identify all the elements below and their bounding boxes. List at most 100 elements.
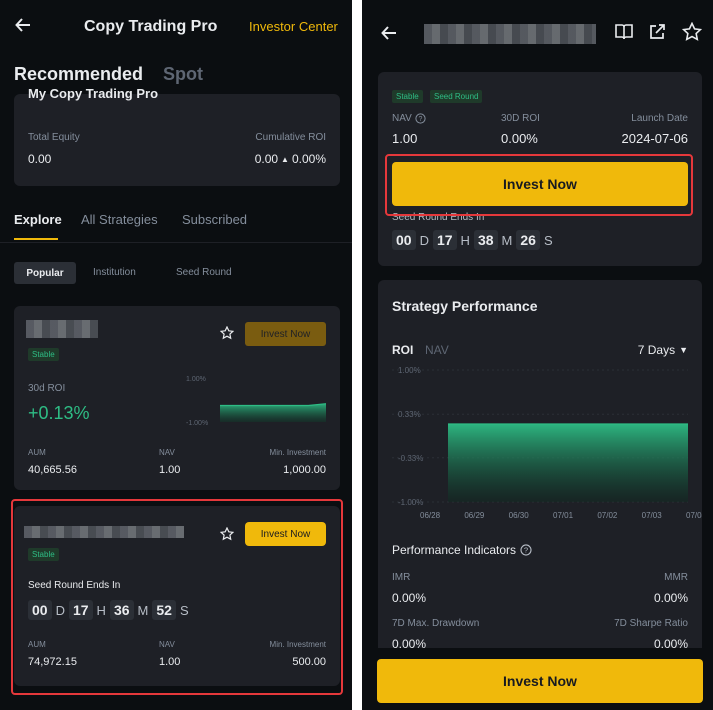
x-tick-label: 07/02 [597, 511, 618, 520]
performance-title: Strategy Performance [392, 298, 538, 314]
share-button[interactable] [648, 23, 666, 41]
min-investment-value: 1,000.00 [283, 464, 326, 476]
svg-text:?: ? [524, 546, 528, 555]
y-tick-label: 1.00% [398, 366, 421, 375]
mini-roi-chart [220, 403, 326, 422]
aum-label: AUM [28, 448, 46, 457]
invest-now-bottom-button[interactable]: Invest Now [377, 659, 703, 703]
tab-nav[interactable]: NAV [425, 343, 449, 357]
highlight-box [385, 154, 693, 216]
highlight-box [11, 499, 343, 695]
aum-value: 40,665.56 [28, 464, 77, 476]
nav-value: 1.00 [159, 464, 181, 476]
total-equity-label: Total Equity [28, 132, 80, 143]
favorite-button[interactable] [682, 22, 702, 42]
book-icon [615, 24, 633, 40]
countdown-minutes: 38 [473, 230, 498, 250]
chart-x-ticks: 06/28 06/29 06/30 07/01 07/02 07/03 07/04 [420, 511, 702, 520]
stable-tag: Stable [392, 90, 423, 103]
x-tick-label: 07/04 [686, 511, 702, 520]
chart-area [448, 424, 688, 502]
tab-all-strategies[interactable]: All Strategies [81, 212, 158, 227]
mini-chart-line [220, 403, 326, 407]
back-button[interactable] [380, 24, 398, 42]
x-tick-label: 07/03 [642, 511, 663, 520]
strategy-name-blurred [26, 320, 98, 338]
days-unit: D [419, 232, 429, 248]
arrow-left-icon [381, 26, 396, 40]
x-tick-label: 07/01 [553, 511, 574, 520]
strategy-name-blurred [424, 24, 596, 44]
x-tick-label: 06/30 [509, 511, 530, 520]
filter-seed-round[interactable]: Seed Round [176, 267, 232, 278]
imr-label: IMR [392, 572, 411, 583]
right-screen: Stable Seed Round NAV ? 1.00 30D ROI 0.0… [362, 0, 713, 710]
left-screen: Copy Trading Pro Investor Center Recomme… [0, 0, 352, 710]
help-circle-icon[interactable]: ? [520, 544, 532, 556]
countdown-seconds: 26 [516, 230, 540, 250]
imr-value: 0.00% [392, 591, 427, 605]
nav-value: 1.00 [392, 131, 418, 146]
sharpe-ratio-label: 7D Sharpe Ratio [614, 618, 688, 629]
nav-label: NAV ? [392, 113, 426, 124]
tab-roi[interactable]: ROI [392, 343, 413, 357]
y-tick-label: -1.00% [398, 498, 423, 507]
tab-explore[interactable]: Explore [14, 212, 62, 227]
chart-bottom-tick: -1.00% [186, 420, 209, 427]
page-title: Copy Trading Pro [84, 18, 218, 35]
strategy-card-1[interactable]: Stable Invest Now 30d ROI +0.13% 1.00% -… [14, 306, 340, 490]
period-select[interactable]: 7 Days ▼ [638, 343, 688, 357]
back-button[interactable] [14, 16, 32, 34]
divider [0, 242, 352, 243]
seconds-unit: S [543, 232, 553, 248]
equity-card: My Copy Trading Pro Total Equity 0.00 Cu… [14, 86, 340, 186]
help-circle-icon[interactable]: ? [415, 113, 426, 124]
arrow-left-icon [15, 18, 30, 32]
svg-text:?: ? [418, 116, 422, 123]
tab-underline [14, 238, 58, 240]
countdown-days: 00 [392, 230, 416, 250]
mmr-label: MMR [664, 572, 688, 583]
filter-popular[interactable]: Popular [14, 262, 76, 284]
star-button[interactable] [220, 326, 234, 340]
seed-round-tag: Seed Round [430, 90, 483, 103]
cumulative-roi-label: Cumulative ROI [255, 132, 326, 143]
countdown-hours: 17 [432, 230, 457, 250]
max-drawdown-label: 7D Max. Drawdown [392, 618, 480, 629]
book-button[interactable] [614, 23, 634, 41]
chart-y-ticks: 1.00% 0.33% -0.33% -1.00% [398, 366, 423, 507]
roi-label: 30D ROI [501, 113, 540, 124]
min-investment-label: Min. Investment [269, 448, 326, 457]
stable-tag: Stable [28, 348, 59, 361]
triangle-up-icon: ▲ [281, 154, 289, 164]
roi-value: +0.13% [28, 403, 90, 423]
roi-value: 0.00% [501, 131, 538, 146]
strategy-performance-card: Strategy Performance ROI NAV 7 Days ▼ 1.… [378, 280, 702, 700]
y-tick-label: 0.33% [398, 410, 421, 419]
star-icon [682, 22, 702, 41]
investor-center-link[interactable]: Investor Center [249, 19, 338, 34]
invest-now-button-disabled[interactable]: Invest Now [245, 322, 326, 346]
x-tick-label: 06/29 [464, 511, 485, 520]
my-copy-trading-heading: My Copy Trading Pro [28, 86, 159, 101]
hours-unit: H [460, 232, 470, 248]
mini-chart-area [220, 403, 326, 422]
tab-spot[interactable]: Spot [163, 64, 203, 85]
minutes-unit: M [501, 232, 513, 248]
cumulative-roi-value: 0.00 ▲ 0.00% [254, 152, 326, 166]
share-icon [650, 24, 665, 39]
nav-label: NAV [159, 448, 175, 457]
countdown: 00 D 17 H 38 M 26 S [392, 230, 557, 250]
star-icon [220, 326, 234, 340]
total-equity-value: 0.00 [28, 152, 52, 166]
mmr-value: 0.00% [653, 591, 688, 605]
roi-chart: 1.00% 0.33% -0.33% -1.00% 06/28 06/29 06/30 07… [392, 366, 702, 520]
launch-date-value: 2024-07-06 [621, 131, 689, 146]
performance-indicators-title: Performance Indicators ? [392, 543, 532, 557]
filter-institution[interactable]: Institution [93, 267, 136, 278]
x-tick-label: 06/28 [420, 511, 441, 520]
roi-label: 30d ROI [28, 383, 66, 394]
tab-recommended[interactable]: Recommended [14, 64, 143, 85]
y-tick-label: -0.33% [398, 454, 423, 463]
tab-subscribed[interactable]: Subscribed [182, 212, 247, 227]
